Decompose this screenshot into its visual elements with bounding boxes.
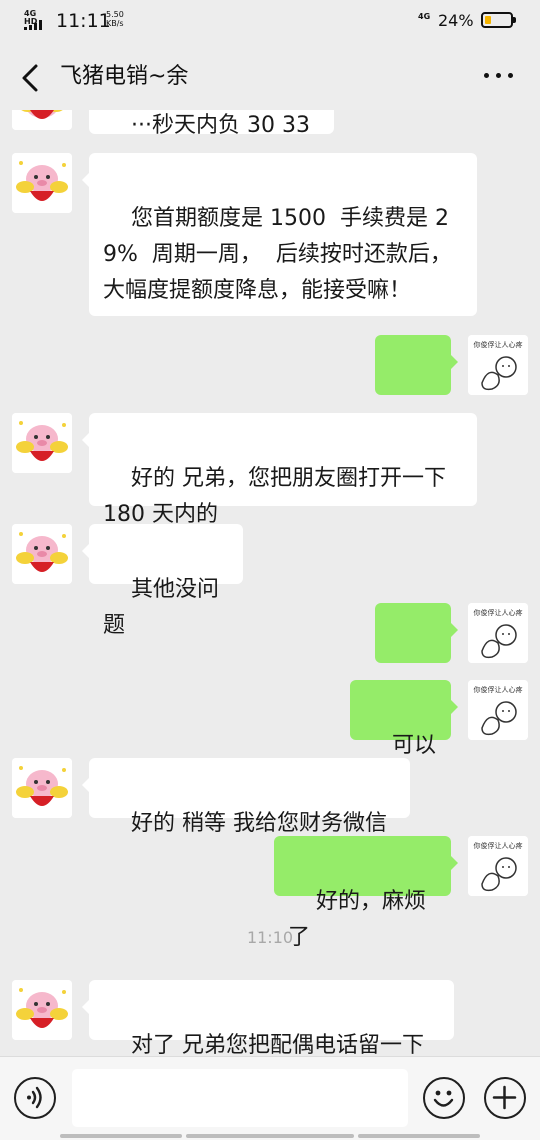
input-bar [0,1056,540,1140]
message-bubble[interactable]: 您首期额度是 1500 手续费是 29% 周期一周， 后续按时还款后，大幅度提额… [82,153,477,316]
avatar-caption: 你俊俘让人心疼 [474,841,523,850]
message-bubble[interactable]: 好的 稍等 我给您财务微信 [82,758,410,836]
message-bubble-own[interactable]: 好的，麻烦了 [274,836,458,950]
message-text: 好的 兄弟，您把朋友圈打开一下 180 天内的 [103,466,453,527]
plus-button[interactable] [484,1077,526,1119]
network-speed: 5.50 KB/s [106,10,124,28]
avatar-caption: 你俊俘让人心疼 [474,340,523,349]
pig-avatar-icon [12,153,72,213]
contact-avatar[interactable] [12,758,72,818]
message-text: 其他没问题 [103,577,219,638]
contact-avatar[interactable] [12,153,72,213]
more-dot [508,73,513,78]
message-bubble[interactable]: 好的 兄弟，您把朋友圈打开一下 180 天内的 [82,413,477,527]
voice-button[interactable] [14,1077,56,1119]
more-dot [496,73,501,78]
pig-avatar-icon [12,413,72,473]
voice-icon [27,1086,42,1109]
sticker-avatar-icon: 你俊俘让人心疼 [468,836,528,896]
chat-title: 飞猪电销~余 [60,64,189,89]
speed-unit: KB/s [106,19,124,28]
message-bubble[interactable]: 对了 兄弟您把配偶电话留一下 [82,980,454,1056]
my-avatar[interactable]: 你俊俘让人心疼 [468,836,528,896]
nav-hint-bar [358,1134,480,1138]
pig-avatar-icon [12,524,72,584]
message-text: 对了 兄弟您把配偶电话留一下 [130,1033,424,1056]
battery-icon [481,12,516,28]
emoji-icon [433,1090,454,1107]
message-bubble-own[interactable]: 可以了 [350,680,458,794]
clock: 11:11 [56,10,111,32]
nav-hint-bar [60,1134,182,1138]
more-button[interactable] [484,70,516,82]
contact-avatar[interactable] [12,413,72,473]
message-text: 您首期额度是 1500 手续费是 29% 周期一周， 后续按时还款后，大幅度提额… [103,206,452,303]
my-avatar[interactable]: 你俊俘让人心疼 [468,680,528,740]
pig-avatar-icon [12,758,72,818]
chevron-left-icon [22,64,38,92]
pig-avatar-icon [12,980,72,1040]
status-bar: 4G HD 11:11 5.50 KB/s 4G 24% [0,0,540,44]
message-text: 好的 稍等 我给您财务微信 [130,811,387,836]
sticker-avatar-icon: 你俊俘让人心疼 [468,680,528,740]
signal-bars-icon [24,20,42,30]
avatar-caption: 你俊俘让人心疼 [474,608,523,617]
message-bubble-partial[interactable]: ···秒天内负 30 33 [89,110,334,138]
back-button[interactable] [14,62,46,94]
message-bubble-own[interactable]: 好的 [375,603,458,717]
nav-hint-bar [186,1134,354,1138]
sticker-avatar-icon: 你俊俘让人心疼 [468,335,528,395]
message-bubble[interactable]: 其他没问题 [82,524,243,638]
message-bubble-own[interactable]: 可以 [375,335,458,449]
contact-avatar[interactable] [12,980,72,1040]
pig-avatar-icon [12,110,72,130]
message-text: ···秒天内负 30 33 [130,113,310,138]
more-dot [484,73,489,78]
battery-fill [485,16,491,24]
emoji-button[interactable] [423,1077,465,1119]
contact-avatar[interactable] [12,524,72,584]
message-list[interactable]: ···秒天内负 30 33 您首期额度是 1500 手续费是 29% 周期一周，… [0,110,540,1056]
sticker-avatar-icon: 你俊俘让人心疼 [468,603,528,663]
battery-nub [513,17,516,23]
message-timestamp: 11:10 [246,928,294,947]
contact-avatar[interactable] [12,110,72,130]
my-avatar[interactable]: 你俊俘让人心疼 [468,603,528,663]
battery-percent: 24% [438,11,474,30]
chat-header: 飞猪电销~余 [0,44,540,110]
plus-icon [492,1085,517,1110]
message-input[interactable] [72,1069,408,1127]
avatar-caption: 你俊俘让人心疼 [474,685,523,694]
speed-value: 5.50 [106,10,124,19]
network-indicator: 4G HD [24,10,48,30]
signal-label: 4G [418,12,431,21]
my-avatar[interactable]: 你俊俘让人心疼 [468,335,528,395]
